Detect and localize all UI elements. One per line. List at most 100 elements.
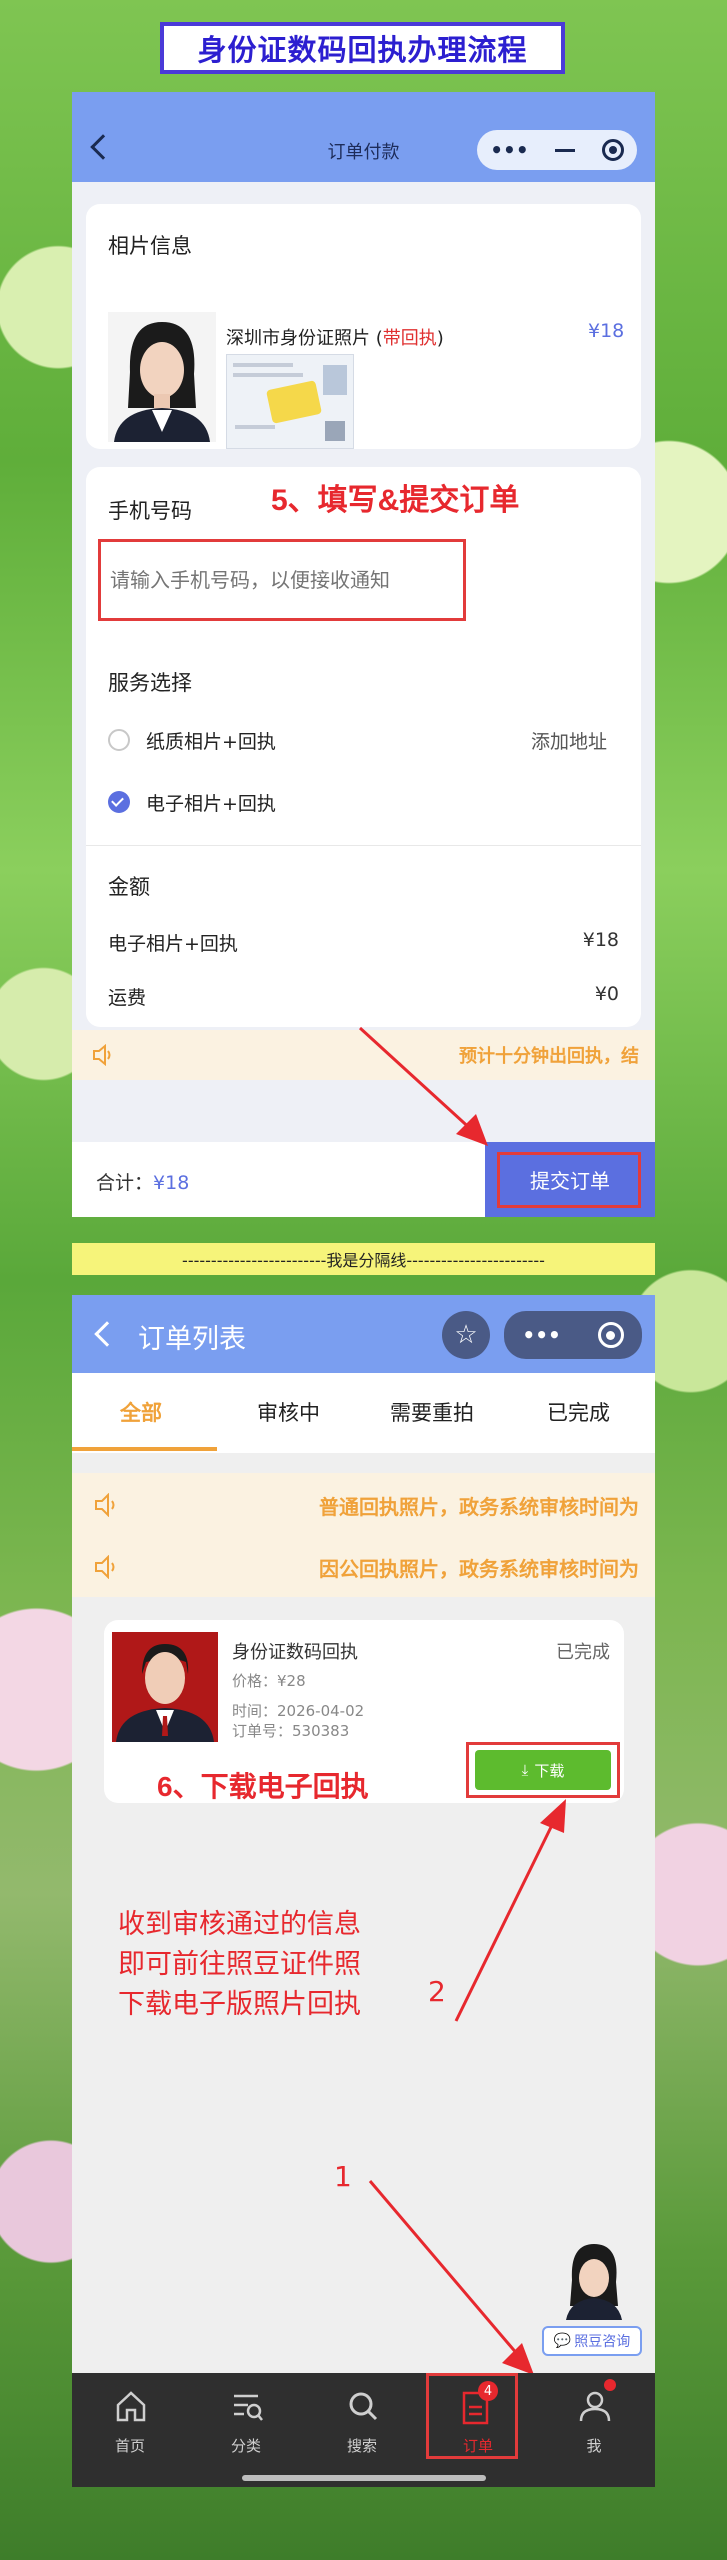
star-icon: ☆ xyxy=(454,1320,478,1350)
consult-widget[interactable]: 💬 照豆咨询 xyxy=(542,2240,642,2365)
instruction-line-1: 收到审核通过的信息 xyxy=(118,1909,361,1940)
download-button[interactable]: ⤓ 下载 xyxy=(475,1750,611,1790)
search-icon xyxy=(349,2392,378,2421)
order-badge: 4 xyxy=(478,2381,498,2401)
speaker-icon xyxy=(93,1044,111,1066)
banner-title: 身份证数码回执办理流程 xyxy=(197,35,528,67)
phone-input[interactable] xyxy=(110,557,455,603)
tabbar-home-label: 首页 xyxy=(114,2437,145,2455)
consult-label: 照豆咨询 xyxy=(574,2334,631,2350)
step5-annotation: 5、填写&提交订单 xyxy=(271,484,520,517)
tabbar-me[interactable]: 我 xyxy=(536,2373,652,2463)
checkout-bar: 合计：¥18 提交订单 xyxy=(72,1142,655,1217)
order-number: 订单号：530383 xyxy=(232,1722,350,1740)
tabbar-category-label: 分类 xyxy=(230,2437,261,2455)
photo-info-card: 相片信息 深圳市身份证照片 (带回执) ¥18 xyxy=(86,204,641,449)
category-search-icon xyxy=(234,2394,263,2421)
order-portrait xyxy=(112,1632,218,1742)
consultant-avatar xyxy=(566,2244,622,2320)
download-label: 下载 xyxy=(534,1761,565,1780)
favorite-button[interactable]: ☆ xyxy=(442,1311,490,1359)
notice-text-official: 因公回执照片，政务系统审核时间为 xyxy=(319,1557,639,1581)
tabbar-category[interactable]: 分类 xyxy=(188,2373,304,2463)
tab-retake[interactable]: 需要重拍 xyxy=(390,1397,474,1427)
tab-completed[interactable]: 已完成 xyxy=(547,1397,610,1427)
speaker-icon xyxy=(95,1555,115,1579)
more-icon[interactable]: ••• xyxy=(522,1323,560,1347)
close-circle-icon[interactable] xyxy=(597,1322,624,1348)
instruction-line-3: 下载电子版照片回执 xyxy=(118,1989,361,2020)
separator-bar: -------------------------我是分隔线----------… xyxy=(72,1243,655,1275)
order-tabs: 全部 审核中 需要重拍 已完成 xyxy=(72,1373,655,1453)
tab-all[interactable]: 全部 xyxy=(120,1397,162,1427)
tabbar-orders-label: 订单 xyxy=(462,2437,493,2455)
nav-bar: 订单付款 ••• xyxy=(72,92,655,182)
order-list-screen: 订单列表 ☆ ••• 全部 审核中 需要重拍 已完成 普通回执照片，政务系统审核… xyxy=(72,1295,655,2487)
annotation-arrow-1 xyxy=(368,2180,534,2375)
product-name: 深圳市身份证照片 (带回执) xyxy=(226,328,444,349)
step6-annotation: 6、下载电子回执 xyxy=(157,1771,369,1802)
close-circle-icon[interactable] xyxy=(601,139,624,161)
tabbar-me-label: 我 xyxy=(586,2437,602,2455)
bottom-tabbar: 首页 分类 搜索 4 订单 我 xyxy=(72,2373,655,2487)
back-icon[interactable] xyxy=(94,1321,120,1347)
service-option-electronic[interactable]: 电子相片+回执 xyxy=(146,789,276,816)
annotation-arrow-2 xyxy=(454,1799,566,2022)
order-payment-screen: 订单付款 ••• 相片信息 深圳市身份证照片 (带回执) ¥18 手机号码 5、… xyxy=(72,92,655,1217)
amount-label-electronic: 电子相片+回执 xyxy=(108,933,238,955)
chat-icon: 💬 xyxy=(553,2333,572,2349)
amount-value-shipping: ¥0 xyxy=(594,983,619,1005)
tabbar-home[interactable]: 首页 xyxy=(72,2373,188,2463)
portrait-photo xyxy=(108,312,216,442)
phone-section-title: 手机号码 xyxy=(108,499,192,523)
miniapp-capsule: ••• xyxy=(504,1311,642,1359)
receipt-thumbnail xyxy=(226,354,354,449)
more-icon[interactable]: ••• xyxy=(490,138,528,162)
home-indicator xyxy=(242,2475,486,2481)
speaker-icon xyxy=(95,1493,115,1517)
consult-button[interactable]: 💬 照豆咨询 xyxy=(542,2326,642,2356)
service-option-paper[interactable]: 纸质相片+回执 xyxy=(146,727,276,754)
amount-section-title: 金额 xyxy=(108,875,150,899)
order-status: 已完成 xyxy=(556,1642,610,1663)
notification-dot xyxy=(604,2379,616,2391)
add-address-link[interactable]: 添加地址 xyxy=(531,727,607,754)
tab-reviewing[interactable]: 审核中 xyxy=(257,1397,320,1427)
nav-bar: 订单列表 ☆ ••• xyxy=(72,1295,655,1373)
notice-official: 因公回执照片，政务系统审核时间为 xyxy=(72,1535,655,1597)
annotation-arrow xyxy=(358,1026,488,1146)
order-form-card: 手机号码 5、填写&提交订单 服务选择 纸质相片+回执 添加地址 电子相片+回执… xyxy=(86,467,641,1027)
amount-label-shipping: 运费 xyxy=(108,987,147,1009)
submit-order-button[interactable]: 提交订单 xyxy=(485,1142,655,1217)
submit-highlight-box xyxy=(497,1152,641,1208)
order-time: 时间：2026-04-02 xyxy=(232,1702,365,1720)
service-section-title: 服务选择 xyxy=(108,671,192,695)
order-price: 价格：¥28 xyxy=(232,1672,306,1690)
tabbar-orders[interactable]: 4 订单 xyxy=(420,2373,536,2463)
person-icon xyxy=(579,2391,611,2422)
notice-text-normal: 普通回执照片，政务系统审核时间为 xyxy=(319,1495,639,1519)
home-icon xyxy=(116,2391,146,2422)
order-title: 身份证数码回执 xyxy=(232,1642,358,1663)
tabbar-search-label: 搜索 xyxy=(346,2437,377,2455)
photo-section-title: 相片信息 xyxy=(108,234,192,258)
separator-text: -------------------------我是分隔线----------… xyxy=(182,1251,545,1270)
instruction-annotation: 收到审核通过的信息 即可前往照豆证件照 下载电子版照片回执 xyxy=(118,1905,361,2025)
notice-normal: 普通回执照片，政务系统审核时间为 xyxy=(72,1473,655,1535)
nav-title: 订单列表 xyxy=(138,1324,246,1355)
download-icon: ⤓ xyxy=(521,1761,529,1779)
guide-banner: 身份证数码回执办理流程 xyxy=(160,22,565,74)
amount-value-electronic: ¥18 xyxy=(582,929,619,951)
radio-electronic-checked[interactable] xyxy=(108,791,130,813)
active-tab-indicator xyxy=(72,1447,217,1451)
tabbar-search[interactable]: 搜索 xyxy=(304,2373,420,2463)
divider xyxy=(86,845,641,846)
arrow-label-1: 1 xyxy=(334,2160,352,2193)
product-price: ¥18 xyxy=(588,320,625,342)
arrow-label-2: 2 xyxy=(428,1975,446,2008)
minimize-icon[interactable] xyxy=(555,148,576,152)
miniapp-capsule: ••• xyxy=(477,130,637,170)
radio-paper[interactable] xyxy=(108,729,130,751)
total: 合计：¥18 xyxy=(96,1172,190,1194)
instruction-line-2: 即可前往照豆证件照 xyxy=(118,1949,361,1980)
